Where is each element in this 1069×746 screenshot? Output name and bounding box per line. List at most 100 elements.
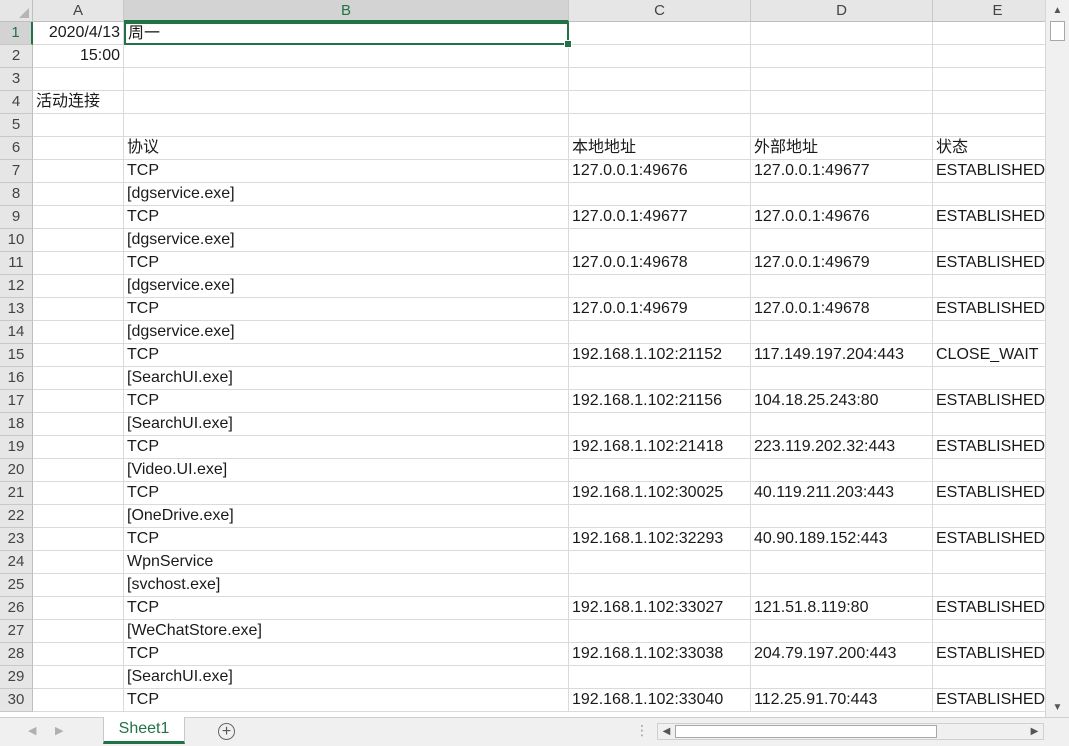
sheet-tab-sheet1[interactable]: Sheet1	[103, 717, 185, 744]
cell-b16[interactable]: [SearchUI.exe]	[124, 367, 569, 390]
cell-e5[interactable]	[933, 114, 1045, 137]
cell-c11[interactable]: 127.0.0.1:49678	[569, 252, 751, 275]
cell-c20[interactable]	[569, 459, 751, 482]
cell-c17[interactable]: 192.168.1.102:21156	[569, 390, 751, 413]
cell-c14[interactable]	[569, 321, 751, 344]
cell-a19[interactable]	[33, 436, 124, 459]
cell-c15[interactable]: 192.168.1.102:21152	[569, 344, 751, 367]
cell-d7[interactable]: 127.0.0.1:49677	[751, 160, 933, 183]
column-header-b[interactable]: B	[124, 0, 569, 22]
horizontal-scroll-thumb[interactable]	[675, 725, 937, 738]
cell-b25[interactable]: [svchost.exe]	[124, 574, 569, 597]
cell-b4[interactable]	[124, 91, 569, 114]
cell-c28[interactable]: 192.168.1.102:33038	[569, 643, 751, 666]
cell-a4[interactable]: 活动连接	[33, 91, 124, 114]
cell-b20[interactable]: [Video.UI.exe]	[124, 459, 569, 482]
cell-e14[interactable]	[933, 321, 1045, 344]
cell-a23[interactable]	[33, 528, 124, 551]
cell-e27[interactable]	[933, 620, 1045, 643]
cell-c8[interactable]	[569, 183, 751, 206]
cell-c21[interactable]: 192.168.1.102:30025	[569, 482, 751, 505]
scroll-down-icon[interactable]: ▼	[1049, 699, 1066, 716]
cell-d15[interactable]: 117.149.197.204:443	[751, 344, 933, 367]
cell-c16[interactable]	[569, 367, 751, 390]
cell-d16[interactable]	[751, 367, 933, 390]
cell-e19[interactable]: ESTABLISHED	[933, 436, 1045, 459]
plus-circle-icon[interactable]: +	[218, 723, 235, 740]
cell-a22[interactable]	[33, 505, 124, 528]
cell-b8[interactable]: [dgservice.exe]	[124, 183, 569, 206]
cell-a13[interactable]	[33, 298, 124, 321]
row-header-16[interactable]: 16	[0, 367, 33, 390]
cell-e26[interactable]: ESTABLISHED	[933, 597, 1045, 620]
row-header-17[interactable]: 17	[0, 390, 33, 413]
cell-b13[interactable]: TCP	[124, 298, 569, 321]
horizontal-scrollbar[interactable]: ◀ ▶	[657, 723, 1044, 740]
cell-c13[interactable]: 127.0.0.1:49679	[569, 298, 751, 321]
row-header-2[interactable]: 2	[0, 45, 33, 68]
cell-a8[interactable]	[33, 183, 124, 206]
cell-b3[interactable]	[124, 68, 569, 91]
cell-a14[interactable]	[33, 321, 124, 344]
scroll-right-icon[interactable]: ▶	[1027, 724, 1042, 739]
cell-b2[interactable]	[124, 45, 569, 68]
column-header-c[interactable]: C	[569, 0, 751, 22]
cell-c30[interactable]: 192.168.1.102:33040	[569, 689, 751, 712]
cell-b5[interactable]	[124, 114, 569, 137]
cell-b23[interactable]: TCP	[124, 528, 569, 551]
cell-d22[interactable]	[751, 505, 933, 528]
spreadsheet-grid[interactable]: ABCDE 1 2 3 4 5 6 7 8 9 10 11 12 13 14 15 16 17 18 19 20 21 2…	[0, 0, 1045, 717]
cell-e13[interactable]: ESTABLISHED	[933, 298, 1045, 321]
cell-e20[interactable]	[933, 459, 1045, 482]
cell-e25[interactable]	[933, 574, 1045, 597]
cell-e12[interactable]	[933, 275, 1045, 298]
cell-d13[interactable]: 127.0.0.1:49678	[751, 298, 933, 321]
cell-a2[interactable]: 15:00	[33, 45, 124, 68]
cell-a10[interactable]	[33, 229, 124, 252]
cell-b30[interactable]: TCP	[124, 689, 569, 712]
row-header-27[interactable]: 27	[0, 620, 33, 643]
cell-d5[interactable]	[751, 114, 933, 137]
row-header-3[interactable]: 3	[0, 68, 33, 91]
cell-e3[interactable]	[933, 68, 1045, 91]
cell-c22[interactable]	[569, 505, 751, 528]
cell-a27[interactable]	[33, 620, 124, 643]
cell-c23[interactable]: 192.168.1.102:32293	[569, 528, 751, 551]
cell-b7[interactable]: TCP	[124, 160, 569, 183]
cell-d3[interactable]	[751, 68, 933, 91]
cell-a3[interactable]	[33, 68, 124, 91]
row-header-18[interactable]: 18	[0, 413, 33, 436]
cell-d23[interactable]: 40.90.189.152:443	[751, 528, 933, 551]
cell-b22[interactable]: [OneDrive.exe]	[124, 505, 569, 528]
cell-c10[interactable]	[569, 229, 751, 252]
select-all-corner[interactable]	[0, 0, 33, 22]
row-header-24[interactable]: 24	[0, 551, 33, 574]
cell-a21[interactable]	[33, 482, 124, 505]
cell-b9[interactable]: TCP	[124, 206, 569, 229]
cell-c25[interactable]	[569, 574, 751, 597]
cell-a12[interactable]	[33, 275, 124, 298]
cell-b14[interactable]: [dgservice.exe]	[124, 321, 569, 344]
vertical-scrollbar[interactable]: ▲ ▼	[1045, 0, 1069, 717]
cell-e10[interactable]	[933, 229, 1045, 252]
cell-c9[interactable]: 127.0.0.1:49677	[569, 206, 751, 229]
cell-e6[interactable]: 状态	[933, 137, 1045, 160]
cell-b15[interactable]: TCP	[124, 344, 569, 367]
cell-a17[interactable]	[33, 390, 124, 413]
row-header-25[interactable]: 25	[0, 574, 33, 597]
cell-e30[interactable]: ESTABLISHED	[933, 689, 1045, 712]
cell-d25[interactable]	[751, 574, 933, 597]
cell-a18[interactable]	[33, 413, 124, 436]
cell-e17[interactable]: ESTABLISHED	[933, 390, 1045, 413]
cell-e15[interactable]: CLOSE_WAIT	[933, 344, 1045, 367]
cell-b19[interactable]: TCP	[124, 436, 569, 459]
cell-c12[interactable]	[569, 275, 751, 298]
cell-c1[interactable]	[569, 22, 751, 45]
row-header-21[interactable]: 21	[0, 482, 33, 505]
cell-e28[interactable]: ESTABLISHED	[933, 643, 1045, 666]
cell-d24[interactable]	[751, 551, 933, 574]
row-header-26[interactable]: 26	[0, 597, 33, 620]
cell-a30[interactable]	[33, 689, 124, 712]
cell-e2[interactable]	[933, 45, 1045, 68]
cell-e22[interactable]	[933, 505, 1045, 528]
